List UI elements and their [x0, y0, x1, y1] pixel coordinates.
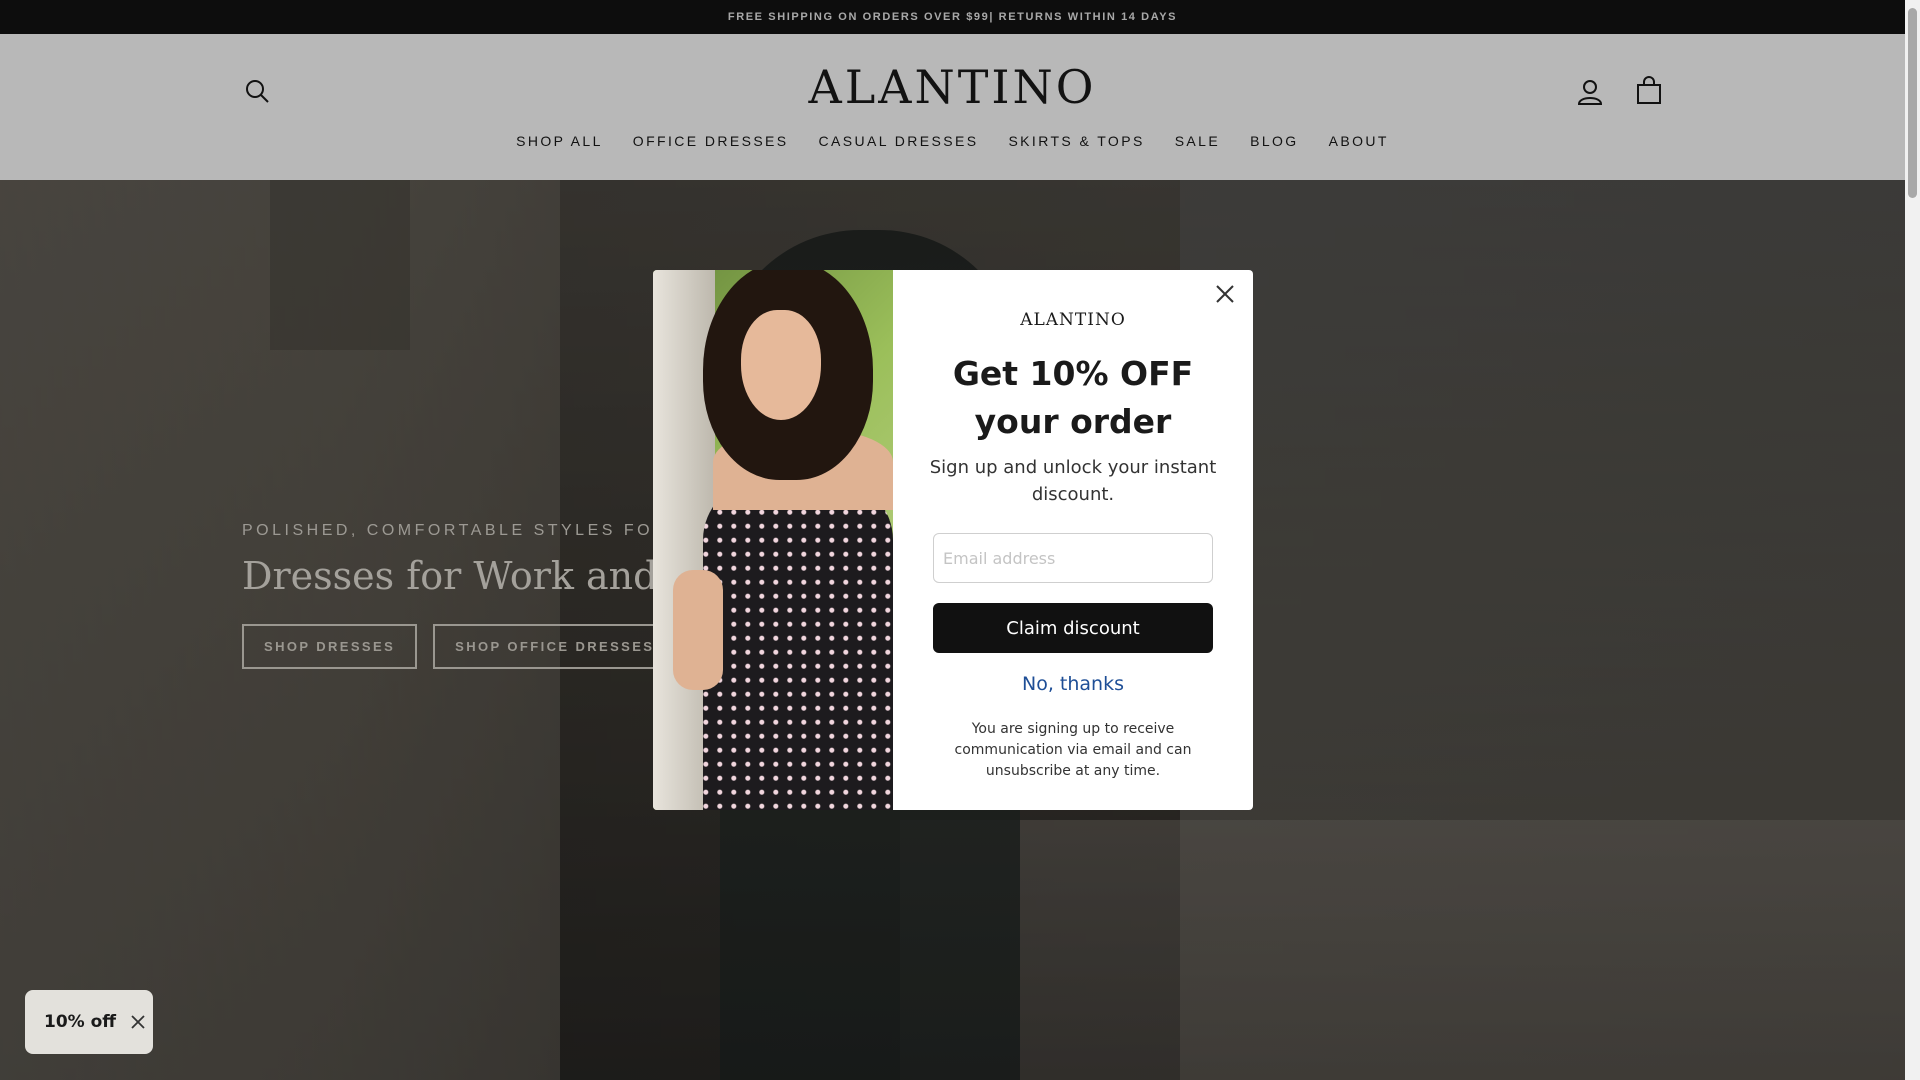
popup-headline: Get 10% OFF your order: [952, 354, 1194, 441]
popup-disclaimer: You are signing up to receive communicat…: [954, 721, 1192, 779]
image-dress: [703, 480, 893, 810]
close-icon[interactable]: [130, 1014, 146, 1030]
popup-model-image: [653, 270, 893, 810]
scrollbar-thumb[interactable]: [1908, 8, 1917, 198]
image-face: [741, 310, 821, 420]
claim-discount-button[interactable]: Claim discount: [933, 603, 1213, 653]
discount-tab[interactable]: 10% off: [25, 990, 153, 1054]
popup-content: ALANTINO Get 10% OFF your order Sign up …: [893, 270, 1253, 810]
page-scrollbar[interactable]: [1905, 0, 1920, 1080]
image-arm: [673, 570, 723, 690]
close-icon[interactable]: [1211, 280, 1239, 308]
popup-subtext: Sign up and unlock your instant discount…: [929, 457, 1217, 505]
no-thanks-link[interactable]: No, thanks: [893, 673, 1253, 695]
popup-brand: ALANTINO: [1020, 310, 1126, 330]
discount-tab-label[interactable]: 10% off: [44, 1012, 116, 1032]
discount-popup: ALANTINO Get 10% OFF your order Sign up …: [653, 270, 1253, 810]
email-field[interactable]: [933, 533, 1213, 583]
